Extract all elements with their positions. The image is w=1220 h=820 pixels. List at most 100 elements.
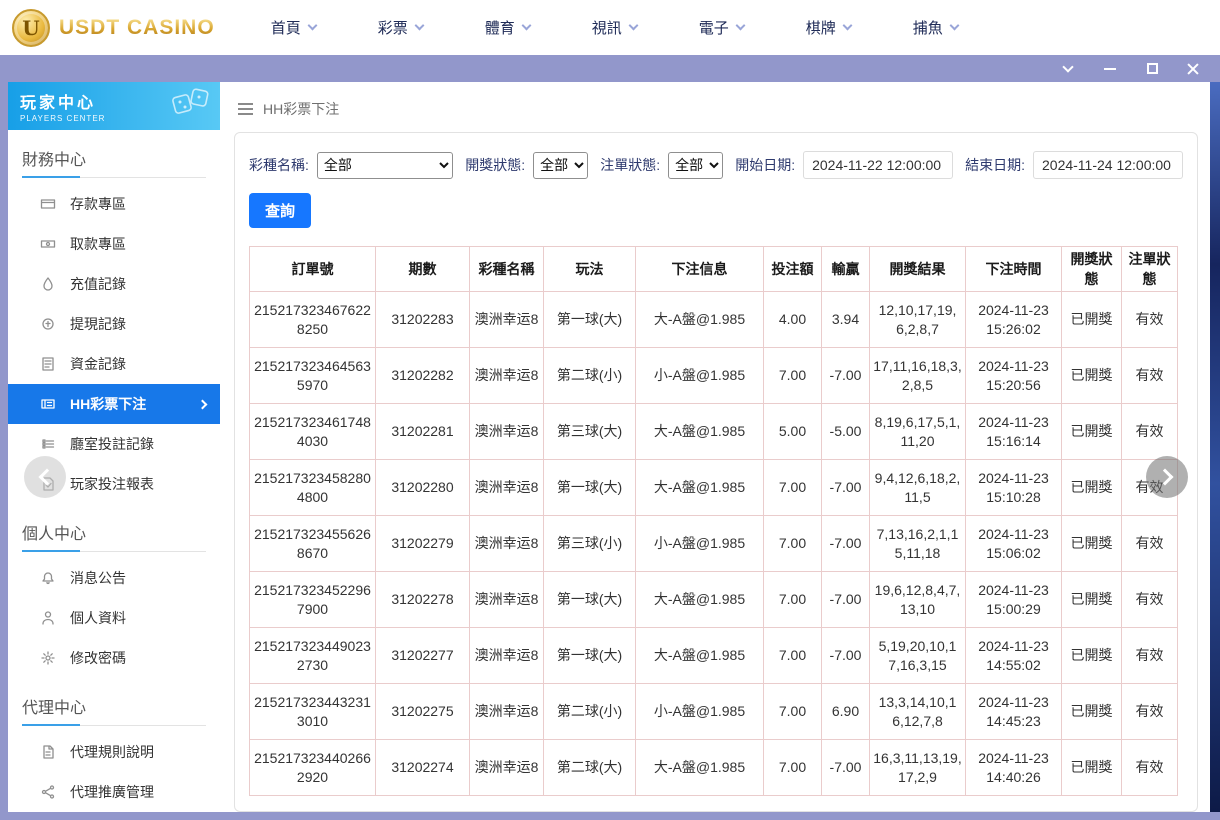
- nav-item-4[interactable]: 視訊: [592, 17, 637, 38]
- table-cell: 2024-11-23 15:20:56: [966, 348, 1062, 404]
- sidebar-item[interactable]: 消息公告: [8, 558, 220, 598]
- logo[interactable]: U USDT CASINO: [12, 9, 215, 47]
- table-cell: 大-A盤@1.985: [636, 628, 764, 684]
- sidebar-item[interactable]: 個人資料: [8, 598, 220, 638]
- table-cell: 2152173234645635970: [250, 348, 376, 404]
- table-cell: 31202283: [376, 292, 470, 348]
- table-cell: 小-A盤@1.985: [636, 348, 764, 404]
- sidebar-item-label: 消息公告: [70, 568, 126, 588]
- sidebar-item[interactable]: 代理規則說明: [8, 732, 220, 772]
- table-cell: 已開獎: [1062, 292, 1122, 348]
- table-cell: 已開獎: [1062, 404, 1122, 460]
- filter-label: 開始日期:: [735, 155, 795, 175]
- nav-item-6[interactable]: 棋牌: [806, 17, 851, 38]
- window-titlebar: [0, 55, 1220, 82]
- draw-status-select[interactable]: 全部: [533, 152, 588, 179]
- logo-text: USDT CASINO: [59, 16, 215, 40]
- maximize-button[interactable]: [1144, 61, 1160, 77]
- table-cell: 7,13,16,2,1,15,11,18: [870, 516, 966, 572]
- chevron-down-icon: [735, 21, 745, 31]
- sidebar-item-label: HH彩票下注: [70, 394, 146, 414]
- table-cell: 澳洲幸运8: [470, 516, 544, 572]
- order-status-select[interactable]: 全部: [668, 152, 723, 179]
- table-row: 215217323464563597031202282澳洲幸运8第二球(小)小-…: [250, 348, 1178, 404]
- table-cell: -7.00: [822, 516, 870, 572]
- sidebar-header: 玩家中心 PLAYERS CENTER: [8, 82, 220, 130]
- query-button[interactable]: 查詢: [249, 193, 311, 228]
- table-cell: 2024-11-23 15:00:29: [966, 572, 1062, 628]
- table-cell: 2152173234402662920: [250, 740, 376, 796]
- sidebar-item[interactable]: 提現記錄: [8, 304, 220, 344]
- filter-label: 開獎狀態:: [465, 155, 525, 175]
- table-cell: 16,3,11,13,19,17,2,9: [870, 740, 966, 796]
- nav-item-7[interactable]: 捕魚: [913, 17, 958, 38]
- nav-item-label: 彩票: [378, 17, 408, 38]
- nav-item-3[interactable]: 體育: [485, 17, 530, 38]
- table-cell: -7.00: [822, 572, 870, 628]
- coin-logo-icon: U: [12, 9, 50, 47]
- window-chevron-icon[interactable]: [1060, 61, 1076, 77]
- column-header: 訂單號: [250, 247, 376, 292]
- table-cell: 5,19,20,10,17,16,3,15: [870, 628, 966, 684]
- user-icon: [40, 610, 56, 626]
- table-cell: 澳洲幸运8: [470, 572, 544, 628]
- sidebar-item-label: 代理推廣管理: [70, 782, 154, 802]
- sidebar-item[interactable]: HH彩票下注: [8, 384, 220, 424]
- sidebar-item[interactable]: 修改密碼: [8, 638, 220, 678]
- table-cell: 已開獎: [1062, 684, 1122, 740]
- table-cell: 已開獎: [1062, 516, 1122, 572]
- table-cell: 澳洲幸运8: [470, 740, 544, 796]
- table-cell: 已開獎: [1062, 572, 1122, 628]
- sidebar-item[interactable]: 存款專區: [8, 184, 220, 224]
- table-cell: 小-A盤@1.985: [636, 684, 764, 740]
- sidebar-item[interactable]: 充值記錄: [8, 264, 220, 304]
- gear-icon: [40, 650, 56, 666]
- bell-icon: [40, 570, 56, 586]
- table-wrapper: 訂單號期數彩種名稱玩法下注信息投注額輸贏開獎結果下注時間開獎狀態注單狀態2152…: [249, 246, 1183, 796]
- column-header: 注單狀態: [1122, 247, 1178, 292]
- table-cell: 小-A盤@1.985: [636, 516, 764, 572]
- table-cell: 2152173234556268670: [250, 516, 376, 572]
- withdraw-icon: [40, 236, 56, 252]
- app-frame: 玩家中心 PLAYERS CENTER 財務中心存款專區取款專區充值記錄提現記錄…: [0, 82, 1220, 820]
- minimize-button[interactable]: [1102, 61, 1118, 77]
- carousel-left-button[interactable]: [24, 456, 66, 498]
- table-row: 215217323455626867031202279澳洲幸运8第三球(小)小-…: [250, 516, 1178, 572]
- table-row: 215217323461748403031202281澳洲幸运8第三球(大)大-…: [250, 404, 1178, 460]
- sidebar-item-label: 充值記錄: [70, 274, 126, 294]
- close-button[interactable]: [1186, 62, 1200, 76]
- table-cell: 第一球(大): [544, 572, 636, 628]
- table-cell: 7.00: [764, 684, 822, 740]
- sidebar-item-label: 資金記錄: [70, 354, 126, 374]
- lottery-select[interactable]: 全部: [317, 152, 453, 179]
- end-date-input[interactable]: [1033, 151, 1183, 179]
- table-cell: 第三球(小): [544, 516, 636, 572]
- nav-item-label: 體育: [485, 17, 515, 38]
- sidebar-item[interactable]: 取款專區: [8, 224, 220, 264]
- hamburger-icon[interactable]: [238, 103, 253, 115]
- table-cell: 大-A盤@1.985: [636, 740, 764, 796]
- sidebar-item-label: 個人資料: [70, 608, 126, 628]
- chevron-down-icon: [628, 21, 638, 31]
- sidebar-item[interactable]: 代理推廣管理: [8, 772, 220, 812]
- table-cell: 31202274: [376, 740, 470, 796]
- nav-item-5[interactable]: 電子: [699, 17, 744, 38]
- carousel-right-button[interactable]: [1146, 456, 1188, 498]
- filter-label: 彩種名稱:: [249, 155, 309, 175]
- table-cell: 第一球(大): [544, 292, 636, 348]
- start-date-input[interactable]: [803, 151, 953, 179]
- table-cell: 2024-11-23 14:55:02: [966, 628, 1062, 684]
- sidebar-item[interactable]: 資金記錄: [8, 344, 220, 384]
- nav-item-2[interactable]: 彩票: [378, 17, 423, 38]
- column-header: 玩法: [544, 247, 636, 292]
- table-cell: 澳洲幸运8: [470, 460, 544, 516]
- sidebar-section-title: 財務中心: [22, 146, 206, 178]
- background-image-strip: [1210, 82, 1220, 812]
- table-cell: 8,19,6,17,5,1,11,20: [870, 404, 966, 460]
- nav-item-1[interactable]: 首頁: [271, 17, 316, 38]
- table-cell: 3.94: [822, 292, 870, 348]
- table-cell: 2152173234676228250: [250, 292, 376, 348]
- table-cell: 19,6,12,8,4,7,13,10: [870, 572, 966, 628]
- column-header: 開獎狀態: [1062, 247, 1122, 292]
- nav-item-label: 電子: [699, 17, 729, 38]
